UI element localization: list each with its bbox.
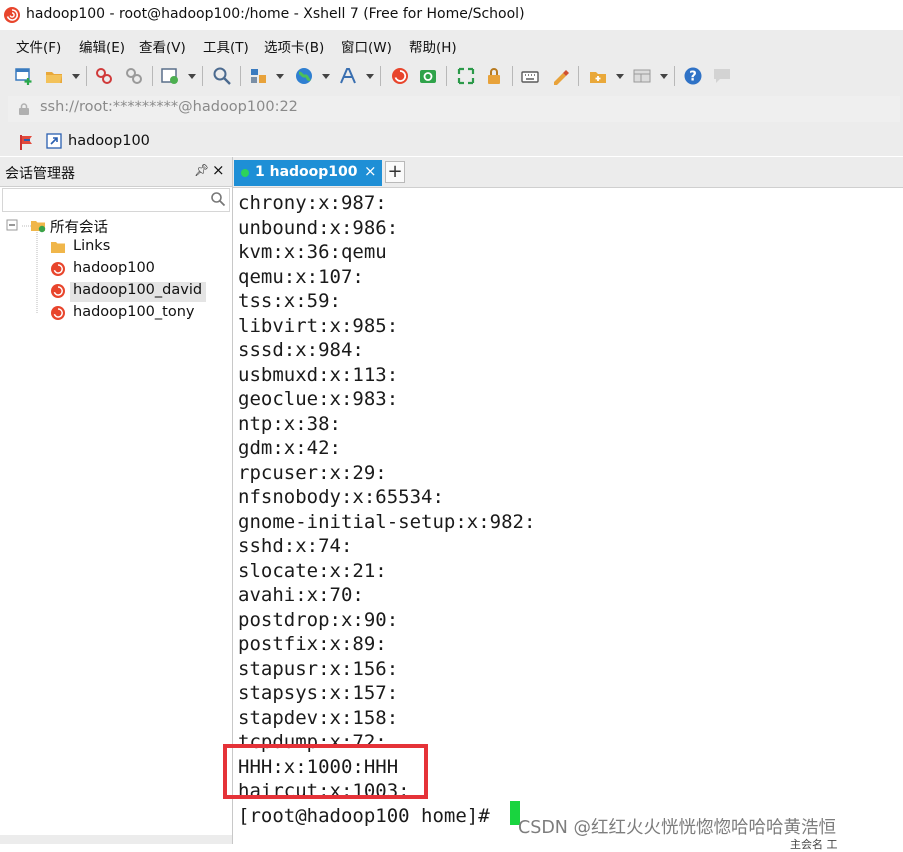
tree-item-hadoop100-david[interactable]: hadoop100_david [73, 282, 202, 298]
terminal-line: nfsnobody:x:65534: [238, 486, 444, 508]
session-icon [51, 306, 65, 320]
status-bar-left [0, 835, 232, 844]
keyboard-icon[interactable] [520, 66, 540, 86]
new-tab-button[interactable]: + [385, 161, 405, 183]
menu-tabs[interactable]: 选项卡(B) [264, 36, 324, 56]
menu-edit[interactable]: 编辑(E) [79, 36, 125, 56]
annotation-highlight-box [223, 744, 428, 799]
terminal-line: gdm:x:42: [238, 437, 341, 459]
terminal-line: [root@hadoop100 home]# [238, 804, 502, 827]
terminal-line: postfix:x:89: [238, 633, 387, 655]
properties-icon[interactable] [160, 66, 180, 86]
folder-sessions-icon [31, 221, 46, 233]
font-icon[interactable] [338, 66, 358, 86]
terminal-line: postdrop:x:90: [238, 608, 399, 631]
terminal-line: usbmuxd:x:113: [238, 363, 399, 386]
terminal-line: sshd:x:74: [238, 535, 353, 557]
terminal-line: stapusr:x:156: [238, 657, 399, 680]
close-panel-icon[interactable]: × [212, 161, 225, 179]
session-search-input[interactable] [2, 188, 230, 212]
highlight-pen-icon[interactable] [550, 66, 570, 86]
menu-help[interactable]: 帮助(H) [409, 36, 457, 56]
terminal-line: gnome-initial-setup:x:982: [238, 510, 536, 533]
toolbar-separator [512, 66, 513, 86]
status-bar-fragment: 主会名 工 [790, 838, 838, 851]
menu-file[interactable]: 文件(F) [16, 36, 61, 56]
toolbar-separator [152, 66, 153, 86]
toolbar-separator [86, 66, 87, 86]
chat-bubble-icon[interactable] [712, 66, 732, 86]
svg-text:?: ? [689, 70, 697, 85]
new-folder-icon[interactable] [588, 66, 608, 86]
terminal-line: slocate:x:21: [238, 559, 387, 582]
terminal-line: geoclue:x:983: [238, 388, 399, 410]
tree-item-links[interactable]: Links [73, 238, 110, 254]
toolbar-separator [380, 66, 381, 86]
toolbar-separator [202, 66, 203, 86]
tree-root-all-sessions[interactable]: 所有会话 [50, 216, 108, 237]
tile-dropdown-caret-icon[interactable] [660, 74, 668, 79]
tree-connector [36, 232, 38, 314]
terminal-line: sssd:x:984: [238, 339, 364, 361]
flag-icon[interactable] [18, 133, 36, 151]
menu-window[interactable]: 窗口(W) [341, 36, 392, 56]
folder-icon [51, 242, 65, 253]
pin-icon[interactable]: 📌︎ [194, 163, 209, 177]
xshell-app-icon [4, 7, 20, 23]
terminal-line: stapsys:x:157: [238, 682, 399, 704]
tab-close-icon[interactable]: × [364, 162, 377, 180]
session-icon [51, 262, 65, 276]
terminal-line: libvirt:x:985: [238, 314, 399, 337]
tree-item-hadoop100[interactable]: hadoop100 [73, 260, 155, 276]
tile-windows-icon[interactable] [632, 66, 652, 86]
open-dropdown-caret-icon[interactable] [72, 74, 80, 79]
toolbar-separator [578, 66, 579, 86]
xftp-icon[interactable] [418, 66, 438, 86]
layout-icon[interactable] [248, 66, 268, 86]
terminal-line: kvm:x:36:qemu [238, 241, 387, 263]
layout-dropdown-caret-icon[interactable] [276, 74, 284, 79]
fullscreen-icon[interactable] [456, 66, 476, 86]
font-dropdown-caret-icon[interactable] [366, 74, 374, 79]
address-value: ssh://root:*********@hadoop100:22 [40, 99, 298, 115]
toolbar-separator [674, 66, 675, 86]
menu-tools[interactable]: 工具(T) [203, 36, 249, 56]
shortcut-link-icon[interactable] [46, 133, 62, 149]
folder-dropdown-caret-icon[interactable] [616, 74, 624, 79]
xshell-icon[interactable] [390, 66, 410, 86]
terminal-line: qemu:x:107: [238, 265, 364, 288]
new-session-icon[interactable] [14, 66, 34, 86]
properties-dropdown-caret-icon[interactable] [188, 74, 196, 79]
terminal-line: tss:x:59: [238, 290, 341, 312]
terminal-line: unbound:x:986: [238, 216, 399, 239]
tree-item-hadoop100-tony[interactable]: hadoop100_tony [73, 304, 194, 320]
toolbar-separator [446, 66, 447, 86]
menu-view[interactable]: 查看(V) [139, 36, 186, 56]
open-folder-icon[interactable] [44, 66, 64, 86]
search-icon[interactable] [210, 191, 226, 207]
terminal-line: chrony:x:987: [238, 192, 387, 214]
collapse-minus-icon[interactable] [6, 219, 18, 231]
help-icon[interactable]: ? [683, 66, 703, 86]
globe-dropdown-caret-icon[interactable] [322, 74, 330, 79]
window-title: hadoop100 - root@hadoop100:/home - Xshel… [26, 6, 525, 22]
padlock-icon [19, 103, 29, 115]
terminal-line: rpcuser:x:29: [238, 461, 387, 484]
reconnect-icon[interactable] [124, 66, 144, 86]
session-icon [51, 284, 65, 298]
globe-icon[interactable] [294, 66, 314, 86]
terminal-line: avahi:x:70: [238, 584, 364, 606]
tab-label: 1 hadoop100 [255, 164, 358, 180]
terminal-line: stapdev:x:158: [238, 706, 399, 729]
session-manager-title: 会话管理器 [5, 166, 75, 182]
connected-status-dot-icon [241, 169, 249, 177]
terminal-line: ntp:x:38: [238, 412, 341, 435]
session-link-label[interactable]: hadoop100 [68, 133, 150, 149]
disconnect-icon[interactable] [94, 66, 114, 86]
toolbar-separator [240, 66, 241, 86]
find-icon[interactable] [212, 66, 232, 86]
lock-icon[interactable] [484, 66, 504, 86]
csdn-watermark: CSDN @红红火火恍恍惚惚哈哈哈黄浩恒 [518, 818, 836, 838]
